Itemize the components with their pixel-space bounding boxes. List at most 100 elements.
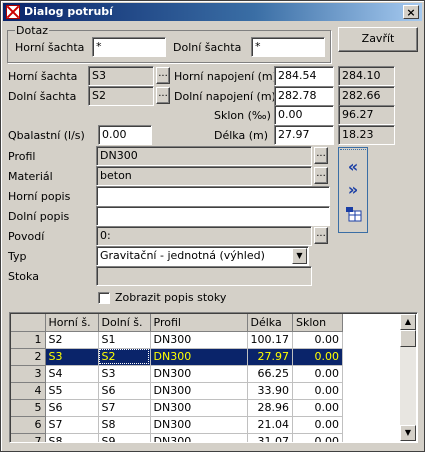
panel-grip	[340, 149, 366, 153]
lower-conn-label: Dolní napojení (m)	[174, 90, 276, 103]
upper-desc-label: Horní popis	[8, 190, 71, 203]
next-record-icon[interactable]: »	[343, 181, 363, 199]
table-cell[interactable]: 0.00	[292, 433, 343, 442]
table-row[interactable]: 1 S2 S1 DN300 100.17 0.00	[11, 331, 343, 349]
table-cell[interactable]: 66.25	[247, 365, 293, 383]
table-cell[interactable]: S3	[45, 348, 99, 366]
table-cell[interactable]: 0.00	[292, 416, 343, 434]
lower-conn-input[interactable]: 282.78	[274, 86, 334, 106]
table-cell[interactable]: DN300	[150, 416, 248, 434]
table-cell[interactable]: S4	[45, 365, 99, 383]
table-cell[interactable]: 31.07	[247, 433, 293, 442]
column-header[interactable]: Délka	[247, 314, 293, 332]
rain-label: Qbalastní (l/s)	[8, 129, 85, 142]
upper-desc-input[interactable]	[96, 186, 330, 206]
upper-conn-calc: 284.10	[338, 66, 395, 86]
table-cell[interactable]: DN300	[150, 399, 248, 417]
table-cell[interactable]: S9	[98, 433, 151, 442]
lower-shaft-field[interactable]: S2	[88, 86, 154, 106]
lower-shaft-browse-button[interactable]: ...	[156, 87, 170, 104]
scroll-up-icon[interactable]: ▲	[400, 314, 416, 330]
table-cell[interactable]: S1	[98, 331, 151, 349]
column-header[interactable]: Profil	[150, 314, 248, 332]
table-header-row: Horní š. Dolní š. Profil Délka Sklon	[11, 314, 343, 332]
lower-conn-calc: 282.66	[338, 86, 395, 106]
length-input[interactable]: 27.97	[274, 125, 334, 145]
upper-conn-input[interactable]: 284.54	[274, 66, 334, 86]
table-cell[interactable]: S7	[98, 399, 151, 417]
lower-desc-input[interactable]	[96, 206, 330, 226]
type-select-value: Gravitační - jednotná (výhled)	[100, 249, 265, 262]
table-cell[interactable]: S6	[45, 399, 99, 417]
close-window-button[interactable]: ×	[403, 5, 419, 19]
rain-input[interactable]: 0.00	[98, 125, 152, 145]
vertical-scrollbar[interactable]: ▲ ▼	[400, 314, 416, 441]
table-cell[interactable]: 0.00	[292, 331, 343, 349]
table-cell[interactable]: 33.90	[247, 382, 293, 400]
table-cell[interactable]: 0.00	[292, 365, 343, 383]
row-number[interactable]: 4	[11, 382, 46, 400]
column-header[interactable]: Sklon	[292, 314, 343, 332]
column-header[interactable]: Dolní š.	[98, 314, 151, 332]
table-settings-icon[interactable]	[346, 206, 362, 222]
table-row[interactable]: 2 S3 S2 DN300 27.97 0.00	[11, 348, 343, 366]
row-number[interactable]: 3	[11, 365, 46, 383]
table-cell[interactable]: 21.04	[247, 416, 293, 434]
material-field[interactable]: beton	[96, 166, 312, 186]
basin-field[interactable]: 0:	[96, 226, 312, 246]
show-desc-checkbox[interactable]	[98, 292, 110, 304]
profile-label: Profil	[8, 150, 36, 163]
pipes-table[interactable]: Horní š. Dolní š. Profil Délka Sklon 1 S2…	[9, 312, 418, 443]
table-row[interactable]: 6 S7 S8 DN300 21.04 0.00	[11, 416, 343, 434]
length-label: Délka (m)	[214, 129, 269, 142]
previous-record-icon[interactable]: «	[343, 158, 363, 176]
table-cell[interactable]: 100.17	[247, 331, 293, 349]
basin-browse-button[interactable]: ...	[314, 227, 328, 244]
column-header[interactable]: Horní š.	[45, 314, 99, 332]
table-row[interactable]: 5 S6 S7 DN300 28.96 0.00	[11, 399, 343, 417]
table-cell[interactable]: S8	[45, 433, 99, 442]
profile-field[interactable]: DN300	[96, 146, 312, 166]
upper-shaft-browse-button[interactable]: ...	[156, 67, 170, 84]
table-row[interactable]: 4 S5 S6 DN300 33.90 0.00	[11, 382, 343, 400]
scroll-down-icon[interactable]: ▼	[400, 425, 416, 441]
close-button[interactable]: Zavřít	[338, 27, 418, 52]
table-cell[interactable]: S6	[98, 382, 151, 400]
scroll-thumb[interactable]	[400, 330, 416, 347]
upper-shaft-field[interactable]: S3	[88, 66, 154, 86]
row-number[interactable]: 1	[11, 331, 46, 349]
table-cell[interactable]: S8	[98, 416, 151, 434]
row-number[interactable]: 7	[11, 433, 46, 442]
table-cell[interactable]: 28.96	[247, 399, 293, 417]
table-cell[interactable]: DN300	[150, 348, 248, 366]
table-cell[interactable]: S3	[98, 365, 151, 383]
table-cell[interactable]: 0.00	[292, 348, 343, 366]
title-bar[interactable]: Dialog potrubí ×	[3, 3, 422, 21]
table-row[interactable]: 7 S8 S9 DN300 31.07 0.00	[11, 433, 343, 442]
row-number[interactable]: 6	[11, 416, 46, 434]
type-select[interactable]: Gravitační - jednotná (výhled) ▼	[96, 246, 309, 266]
row-number[interactable]: 2	[11, 348, 46, 366]
row-number-header	[11, 314, 46, 332]
table-row[interactable]: 3 S4 S3 DN300 66.25 0.00	[11, 365, 343, 383]
table-cell[interactable]: S2	[98, 348, 151, 366]
table-cell[interactable]: DN300	[150, 382, 248, 400]
query-upper-input[interactable]: *	[92, 37, 166, 57]
material-browse-button[interactable]: ...	[314, 167, 328, 184]
profile-browse-button[interactable]: ...	[314, 147, 328, 164]
query-lower-input[interactable]: *	[251, 37, 325, 57]
slope-input[interactable]: 0.00	[274, 105, 334, 125]
table-cell[interactable]: S2	[45, 331, 99, 349]
table-cell[interactable]: S5	[45, 382, 99, 400]
table-cell[interactable]: 0.00	[292, 382, 343, 400]
dialog-window: Dialog potrubí × Dotaz Horní šachta * Do…	[0, 0, 425, 452]
table-cell[interactable]: S7	[45, 416, 99, 434]
sewer-field[interactable]	[96, 266, 312, 286]
table-cell[interactable]: 0.00	[292, 399, 343, 417]
table-cell[interactable]: DN300	[150, 331, 248, 349]
table-cell[interactable]: 27.97	[247, 348, 293, 366]
table-cell[interactable]: DN300	[150, 433, 248, 442]
chevron-down-icon[interactable]: ▼	[292, 248, 307, 264]
row-number[interactable]: 5	[11, 399, 46, 417]
table-cell[interactable]: DN300	[150, 365, 248, 383]
